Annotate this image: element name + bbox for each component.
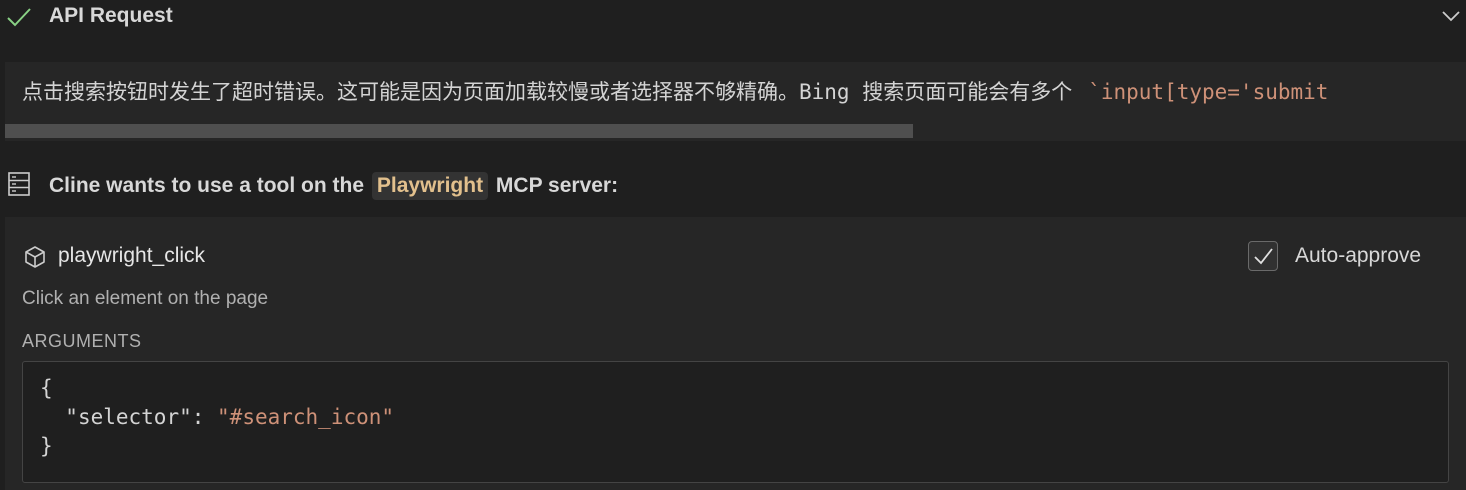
server-icon [8, 172, 30, 196]
tool-request-suffix: MCP server: [495, 174, 619, 197]
chevron-down-icon[interactable] [1441, 9, 1461, 23]
message-body: 点击搜索按钮时发生了超时错误。这可能是因为页面加载较慢或者选择器不够精确。Bin… [22, 80, 1073, 104]
tool-request-header: Cline wants to use a tool on the Playwri… [0, 162, 1466, 206]
auto-approve-label: Auto-approve [1295, 244, 1422, 267]
json-open-brace: { [40, 376, 53, 400]
assistant-message: 点击搜索按钮时发生了超时错误。这可能是因为页面加载较慢或者选择器不够精确。Bin… [5, 62, 1466, 141]
inline-code: `input[type='submit [1088, 80, 1329, 104]
horizontal-scrollbar[interactable] [5, 124, 913, 138]
json-close-brace: } [40, 434, 53, 458]
server-name-chip: Playwright [371, 172, 489, 200]
cline-chat-panel: API Request 点击搜索按钮时发生了超时错误。这可能是因为页面加载较慢或… [0, 0, 1466, 490]
tool-request-text: Cline wants to use a tool on the Playwri… [49, 172, 618, 200]
arguments-code-block: { "selector": "#search_icon" } [22, 361, 1449, 483]
check-icon [7, 8, 31, 27]
tool-card: playwright_click Auto-approve Click an e… [5, 217, 1466, 490]
api-request-header[interactable]: API Request [0, 0, 1466, 34]
json-key: "selector" [65, 405, 192, 429]
message-text: 点击搜索按钮时发生了超时错误。这可能是因为页面加载较慢或者选择器不够精确。Bin… [22, 76, 1328, 106]
arguments-code: { "selector": "#search_icon" } [40, 374, 394, 461]
arguments-label: ARGUMENTS [22, 331, 142, 351]
tool-name: playwright_click [58, 244, 206, 267]
json-colon: : [191, 405, 218, 429]
api-request-title: API Request [49, 4, 173, 27]
checkmark-icon [1254, 248, 1273, 265]
json-value: "#search_icon" [217, 405, 395, 429]
tool-description: Click an element on the page [22, 288, 269, 309]
auto-approve-toggle[interactable]: Auto-approve [1248, 241, 1448, 273]
tool-request-prefix: Cline wants to use a tool on the [49, 174, 365, 197]
auto-approve-checkbox[interactable] [1248, 241, 1278, 271]
cube-icon [25, 246, 45, 268]
